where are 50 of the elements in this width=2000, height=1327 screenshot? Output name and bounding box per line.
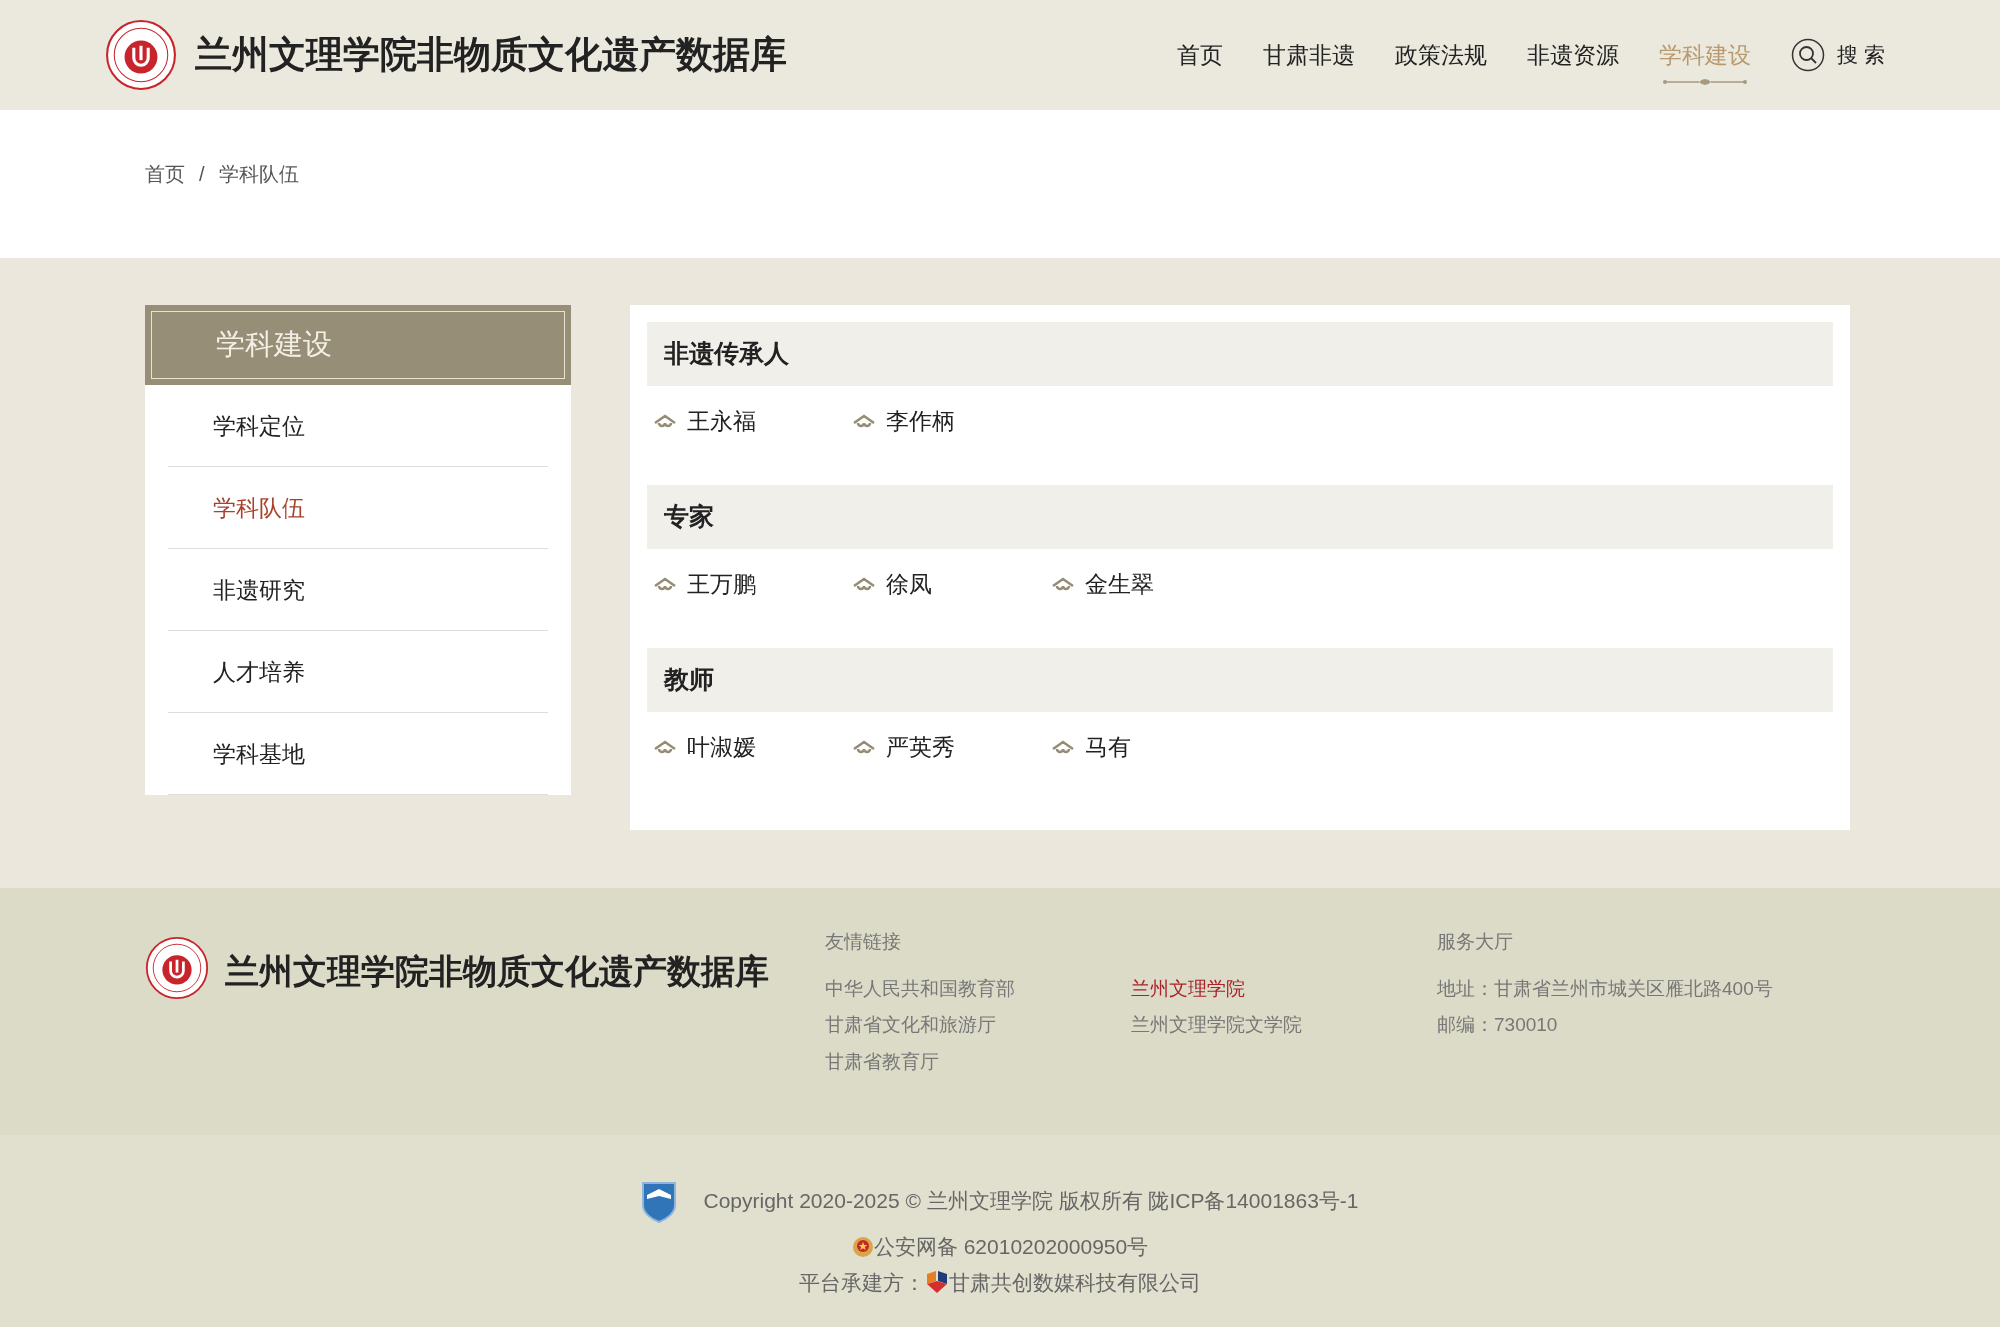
- links-heading: 友情链接: [825, 930, 902, 954]
- service-heading: 服务大厅: [1437, 930, 1514, 954]
- site-title: 兰州文理学院非物质文化遗产数据库: [195, 33, 787, 78]
- builder-label: 平台承建方：: [799, 1269, 925, 1296]
- search-button[interactable]: 搜 索: [1791, 38, 1885, 72]
- sidebar-item[interactable]: 学科定位: [168, 385, 548, 467]
- breadcrumb-link[interactable]: 学科队伍: [218, 159, 299, 189]
- person-link[interactable]: 王万鹏: [653, 567, 852, 602]
- sidebar-item[interactable]: 非遗研究: [168, 549, 548, 631]
- shield-badge-icon: [641, 1179, 678, 1223]
- cloud-ornament-icon: [1051, 577, 1075, 592]
- college-logo-icon: [105, 19, 177, 91]
- cloud-ornament-icon: [852, 577, 876, 592]
- person-link[interactable]: 马有: [1051, 730, 1250, 765]
- section-header: 教师: [647, 648, 1833, 712]
- footer-site-title: 兰州文理学院非物质文化遗产数据库: [225, 952, 769, 992]
- cloud-ornament-icon: [653, 740, 677, 755]
- nav-tab[interactable]: 政策法规: [1395, 37, 1488, 73]
- builder-link[interactable]: 甘肃共创数媒科技有限公司: [949, 1266, 1201, 1298]
- person-link[interactable]: 金生翠: [1051, 567, 1250, 602]
- section-header: 非遗传承人: [647, 322, 1833, 386]
- police-emblem-icon: [851, 1235, 874, 1258]
- copyright-text: Copyright 2020-2025 © 兰州文理学院 版权所有 陇ICP备14001863号-1: [703, 1188, 1359, 1215]
- cloud-ornament-icon: [1051, 740, 1075, 755]
- cloud-ornament-icon: [852, 740, 876, 755]
- sidebar-item[interactable]: 学科基地: [168, 713, 548, 795]
- section-header: 专家: [647, 485, 1833, 549]
- police-record-text: 公安网备 62010202000950号: [873, 1234, 1149, 1260]
- sidebar-item[interactable]: 人才培养: [168, 631, 548, 713]
- nav-tab[interactable]: 首页: [1177, 37, 1224, 73]
- contact-info: 邮编：730010: [1437, 1013, 1559, 1037]
- person-link[interactable]: 王永福: [653, 404, 852, 439]
- person-link[interactable]: 叶淑媛: [653, 730, 852, 765]
- contact-info: 地址：甘肃省兰州市城关区雁北路400号: [1437, 976, 1773, 1001]
- sidebar-header: 学科建设: [145, 305, 571, 385]
- cloud-ornament-icon: [653, 577, 677, 592]
- cloud-ornament-icon: [852, 414, 876, 429]
- breadcrumb-link[interactable]: 首页: [145, 159, 185, 189]
- person-link[interactable]: 李作柄: [852, 404, 1051, 439]
- company-logo-icon: [925, 1270, 949, 1295]
- person-link[interactable]: 徐凤: [852, 567, 1051, 602]
- sidebar-item[interactable]: 学科队伍: [168, 467, 548, 549]
- friend-link[interactable]: 兰州文理学院: [1131, 974, 1437, 1003]
- college-logo-icon: [145, 936, 209, 1000]
- nav-tab[interactable]: 甘肃非遗: [1263, 37, 1356, 73]
- search-icon: [1791, 38, 1826, 72]
- nav-tab[interactable]: 非遗资源: [1527, 37, 1620, 73]
- cloud-ornament-icon: [653, 414, 677, 429]
- breadcrumb-separator: /: [199, 162, 205, 187]
- person-link[interactable]: 严英秀: [852, 730, 1051, 765]
